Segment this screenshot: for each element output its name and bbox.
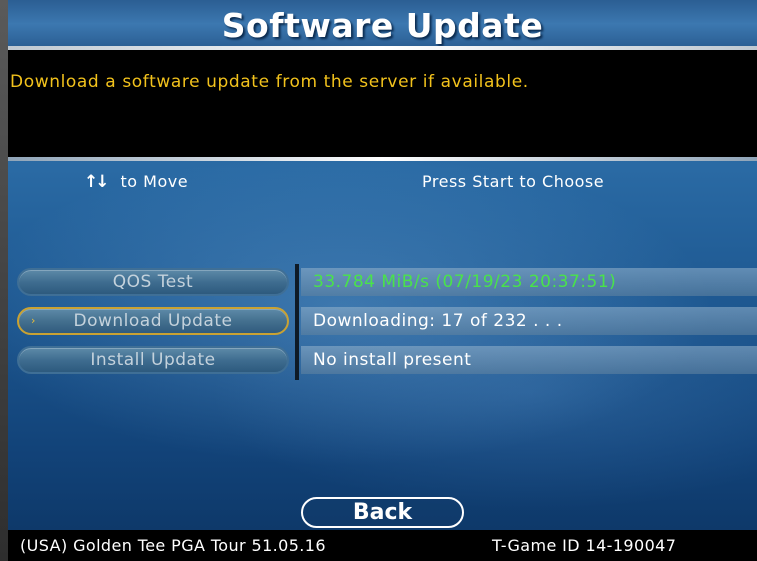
- description-text: Download a software update from the serv…: [10, 72, 529, 92]
- install-update-status: No install present: [301, 346, 757, 374]
- up-down-arrows-icon: ↑↓: [84, 172, 109, 192]
- software-update-screen: Software Update Download a software upda…: [0, 0, 757, 561]
- move-hint: ↑↓ to Move: [84, 172, 188, 192]
- description-divider: [8, 157, 757, 161]
- install-update-button[interactable]: Install Update: [17, 346, 289, 374]
- tgame-id: T-Game ID 14-190047: [492, 536, 677, 555]
- back-button[interactable]: Back: [301, 497, 464, 528]
- move-hint-label: to Move: [120, 172, 189, 191]
- page-title: Software Update: [221, 6, 544, 45]
- game-version: (USA) Golden Tee PGA Tour 51.05.16: [20, 536, 326, 555]
- download-update-label: Download Update: [73, 311, 233, 331]
- selection-arrow-icon: ›: [31, 314, 36, 327]
- left-edge-bar: [0, 0, 8, 561]
- qos-test-status: 33.784 MiB/s (07/19/23 20:37:51): [301, 268, 757, 296]
- qos-test-label: QOS Test: [112, 272, 194, 292]
- qos-test-button[interactable]: QOS Test: [17, 268, 289, 296]
- menu-divider: [295, 264, 299, 380]
- download-update-button[interactable]: › Download Update: [17, 307, 289, 335]
- description-panel: [8, 50, 757, 158]
- choose-hint: Press Start to Choose: [422, 172, 605, 191]
- install-update-label: Install Update: [90, 350, 216, 370]
- download-update-status: Downloading: 17 of 232 . . .: [301, 307, 757, 335]
